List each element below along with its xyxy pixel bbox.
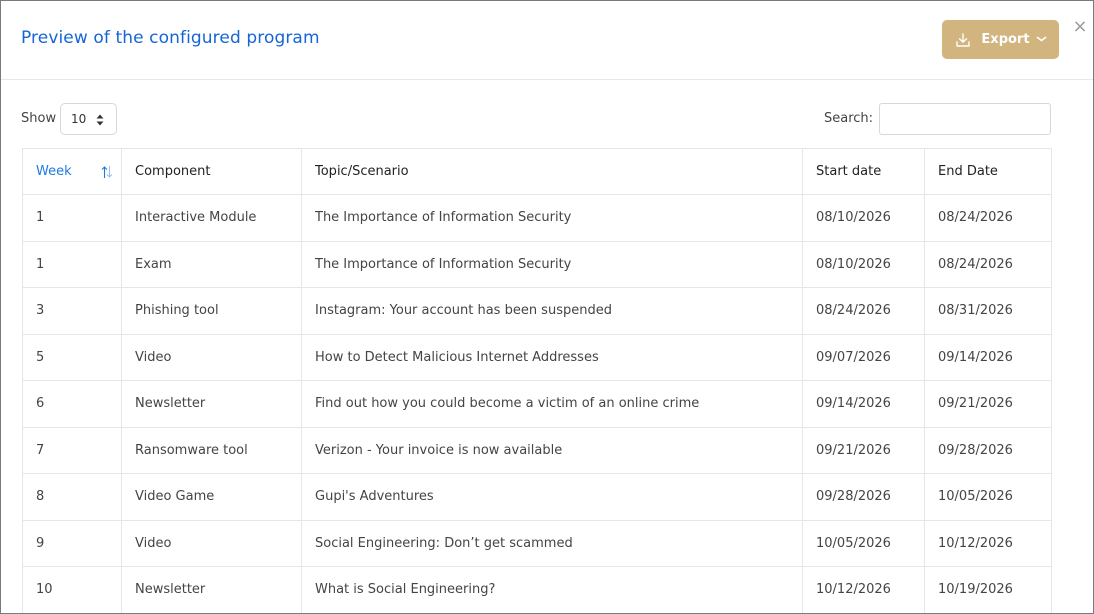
table-row: 1 Exam The Importance of Information Sec…	[22, 240, 1052, 288]
cell-end-date: 10/19/2026	[924, 566, 1052, 613]
cell-component: Ransomware tool	[121, 426, 302, 474]
cell-start-date: 10/12/2026	[802, 566, 925, 613]
cell-end-date: 10/05/2026	[924, 473, 1052, 521]
page-size-value: 10	[71, 112, 87, 126]
cell-start-date: 09/21/2026	[802, 426, 925, 474]
cell-component: Newsletter	[121, 380, 302, 428]
cell-week: 8	[22, 473, 122, 521]
show-label: Show	[21, 111, 57, 126]
cell-topic: Instagram: Your account has been suspend…	[301, 287, 803, 335]
cell-component: Phishing tool	[121, 287, 302, 335]
chevron-down-icon	[1035, 35, 1047, 45]
cell-start-date: 08/10/2026	[802, 194, 925, 242]
modal-header: Preview of the configured program Export…	[1, 1, 1093, 80]
program-preview-modal: Preview of the configured program Export…	[0, 0, 1094, 614]
table-row: 5 Video How to Detect Malicious Internet…	[22, 333, 1052, 381]
column-header-week[interactable]: Week	[22, 148, 122, 195]
cell-component: Exam	[121, 240, 302, 288]
table-row: 1 Interactive Module The Importance of I…	[22, 194, 1052, 242]
cell-start-date: 09/07/2026	[802, 333, 925, 381]
cell-week: 6	[22, 380, 122, 428]
cell-week: 1	[22, 240, 122, 288]
export-button[interactable]: Export	[942, 20, 1059, 59]
cell-end-date: 09/28/2026	[924, 426, 1052, 474]
cell-topic: Find out how you could become a victim o…	[301, 380, 803, 428]
table-row: 9 Video Social Engineering: Don’t get sc…	[22, 519, 1052, 567]
column-header-start-date[interactable]: Start date	[802, 148, 925, 195]
cell-week: 1	[22, 194, 122, 242]
cell-topic: Social Engineering: Don’t get scammed	[301, 519, 803, 567]
search-label: Search:	[824, 111, 874, 126]
sort-arrows-icon[interactable]	[101, 165, 113, 179]
table-row: 8 Video Game Gupi's Adventures 09/28/202…	[22, 473, 1052, 521]
cell-end-date: 09/14/2026	[924, 333, 1052, 381]
modal-title: Preview of the configured program	[21, 28, 320, 48]
export-label: Export	[981, 32, 1030, 47]
table-header-row: Week Component Topic/Scenario Start date…	[22, 148, 1052, 195]
cell-component: Interactive Module	[121, 194, 302, 242]
cell-end-date: 08/24/2026	[924, 240, 1052, 288]
table-row: 7 Ransomware tool Verizon - Your invoice…	[22, 426, 1052, 474]
cell-start-date: 09/28/2026	[802, 473, 925, 521]
cell-topic: The Importance of Information Security	[301, 194, 803, 242]
cell-topic: The Importance of Information Security	[301, 240, 803, 288]
table-row: 3 Phishing tool Instagram: Your account …	[22, 287, 1052, 335]
cell-end-date: 09/21/2026	[924, 380, 1052, 428]
table-row: 10 Newsletter What is Social Engineering…	[22, 566, 1052, 613]
program-table: Week Component Topic/Scenario Start date…	[22, 148, 1052, 613]
cell-week: 9	[22, 519, 122, 567]
download-icon	[955, 32, 971, 48]
cell-topic: Gupi's Adventures	[301, 473, 803, 521]
close-icon[interactable]: ×	[1072, 18, 1088, 36]
cell-week: 5	[22, 333, 122, 381]
table-row: 6 Newsletter Find out how you could beco…	[22, 380, 1052, 428]
cell-component: Video	[121, 519, 302, 567]
cell-week: 10	[22, 566, 122, 613]
column-header-week-label: Week	[36, 164, 72, 179]
cell-start-date: 08/24/2026	[802, 287, 925, 335]
cell-component: Newsletter	[121, 566, 302, 613]
column-header-component[interactable]: Component	[121, 148, 302, 195]
cell-week: 3	[22, 287, 122, 335]
cell-topic: How to Detect Malicious Internet Address…	[301, 333, 803, 381]
cell-end-date: 08/24/2026	[924, 194, 1052, 242]
cell-component: Video Game	[121, 473, 302, 521]
cell-component: Video	[121, 333, 302, 381]
cell-topic: What is Social Engineering?	[301, 566, 803, 613]
page-size-select[interactable]: 10	[60, 103, 117, 135]
cell-week: 7	[22, 426, 122, 474]
cell-end-date: 10/12/2026	[924, 519, 1052, 567]
select-arrows-icon	[96, 113, 104, 127]
cell-topic: Verizon - Your invoice is now available	[301, 426, 803, 474]
cell-start-date: 10/05/2026	[802, 519, 925, 567]
search-input[interactable]	[879, 103, 1051, 135]
cell-start-date: 09/14/2026	[802, 380, 925, 428]
cell-end-date: 08/31/2026	[924, 287, 1052, 335]
cell-start-date: 08/10/2026	[802, 240, 925, 288]
column-header-end-date[interactable]: End Date	[924, 148, 1052, 195]
column-header-topic[interactable]: Topic/Scenario	[301, 148, 803, 195]
